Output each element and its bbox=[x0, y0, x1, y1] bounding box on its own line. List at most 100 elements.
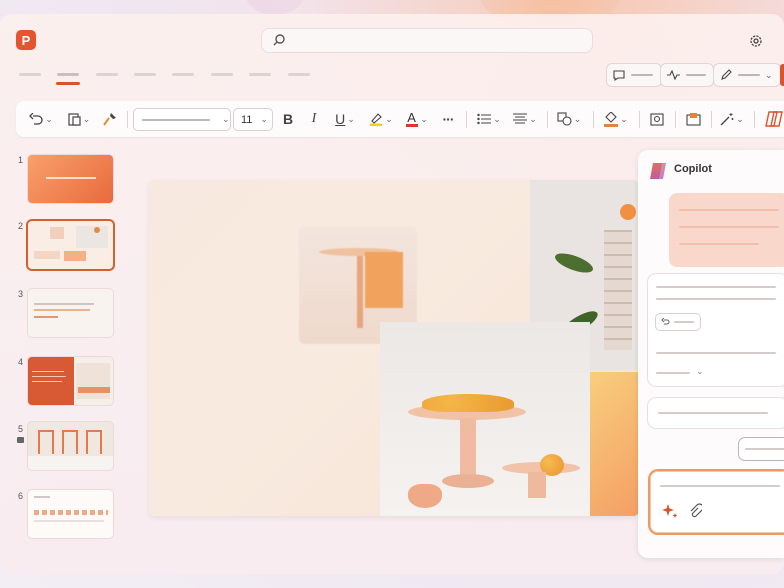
picture-icon bbox=[650, 112, 664, 126]
copilot-response-card: ⌄ bbox=[648, 274, 784, 386]
suggestion-chip[interactable] bbox=[739, 438, 784, 460]
chevron-down-icon: ⌄ bbox=[529, 113, 537, 124]
slide-thumbnail[interactable] bbox=[28, 422, 113, 470]
slide-canvas[interactable] bbox=[149, 180, 639, 516]
pencil-icon bbox=[721, 69, 732, 80]
bold-button[interactable]: B bbox=[278, 101, 298, 137]
suggestion-prompt-card[interactable] bbox=[648, 398, 784, 428]
chevron-down-icon: ⌄ bbox=[222, 114, 230, 124]
comments-button[interactable] bbox=[607, 64, 661, 86]
orange-gradient-panel bbox=[590, 372, 639, 516]
copilot-prompt-input[interactable] bbox=[650, 471, 784, 533]
chevron-down-icon: ⌄ bbox=[765, 69, 773, 80]
sparkle-icon[interactable] bbox=[662, 503, 678, 519]
editing-mode-dropdown[interactable]: ⌄ bbox=[714, 64, 780, 86]
tab-transitions[interactable] bbox=[211, 73, 233, 76]
chevron-down-icon: ⌄ bbox=[493, 113, 501, 124]
fruit-bowl-photo bbox=[380, 322, 590, 516]
chevron-down-icon: ⌄ bbox=[260, 114, 268, 124]
paperclip-icon[interactable] bbox=[688, 503, 702, 519]
slide-thumbnail[interactable] bbox=[28, 221, 113, 269]
align-button[interactable]: ⌄ bbox=[510, 101, 540, 137]
background-decoration bbox=[245, 0, 305, 15]
paste-button[interactable]: ⌄ bbox=[65, 101, 93, 137]
font-color-swatch bbox=[406, 123, 419, 127]
undo-icon bbox=[661, 318, 670, 325]
highlight-button[interactable]: ⌄ bbox=[366, 101, 396, 137]
slide-thumbnail[interactable] bbox=[28, 155, 113, 203]
bullets-button[interactable]: ⌄ bbox=[474, 101, 504, 137]
font-name-dropdown[interactable]: ⌄ bbox=[134, 109, 230, 130]
align-icon bbox=[513, 113, 528, 124]
slide-number: 3 bbox=[18, 289, 24, 299]
shapes-button[interactable]: ⌄ bbox=[553, 101, 585, 137]
slide-number: 4 bbox=[18, 357, 24, 367]
undo-suggestion-button[interactable] bbox=[656, 314, 700, 330]
font-size-dropdown[interactable]: 11 ⌄ bbox=[234, 109, 272, 130]
chevron-down-icon[interactable]: ⌄ bbox=[696, 366, 704, 377]
ribbon-separator bbox=[466, 111, 467, 128]
ribbon-separator bbox=[639, 111, 640, 128]
more-options-button[interactable]: ··· bbox=[438, 101, 458, 137]
slide-thumbnail[interactable] bbox=[28, 357, 113, 405]
new-slide-button[interactable] bbox=[682, 101, 704, 137]
comment-indicator-icon bbox=[17, 437, 24, 443]
slide-layout-icon bbox=[685, 113, 701, 126]
ribbon-separator bbox=[711, 111, 712, 128]
slide-number: 5 bbox=[18, 424, 24, 434]
italic-button[interactable]: I bbox=[304, 101, 324, 137]
share-button[interactable] bbox=[780, 64, 784, 86]
activity-icon bbox=[667, 70, 680, 80]
shapes-icon bbox=[557, 112, 572, 126]
ribbon-separator bbox=[593, 111, 594, 128]
gear-icon[interactable] bbox=[748, 33, 764, 49]
copilot-title: Copilot bbox=[674, 163, 712, 175]
tab-insert[interactable] bbox=[96, 73, 118, 76]
undo-button[interactable]: ⌄ bbox=[26, 101, 56, 137]
shape-fill-swatch bbox=[604, 123, 619, 127]
ribbon-separator bbox=[547, 111, 548, 128]
ribbon-separator bbox=[675, 111, 676, 128]
clipboard-icon bbox=[68, 113, 81, 126]
powerpoint-logo: P bbox=[16, 30, 36, 50]
font-size-value: 11 bbox=[241, 113, 253, 126]
tab-slideshow[interactable] bbox=[288, 73, 310, 76]
slide-number: 2 bbox=[18, 221, 24, 231]
search-bar[interactable] bbox=[262, 29, 592, 52]
slide-number: 6 bbox=[18, 491, 24, 501]
slide-number: 1 bbox=[18, 155, 24, 165]
copilot-pane: Copilot ⌄ bbox=[638, 150, 784, 558]
tab-draw[interactable] bbox=[134, 73, 156, 76]
ribbon-toolbar: ⌄ ⌄ ⌄ 11 ⌄ B I U ⌄ ⌄ A ⌄ ··· ⌄ ⌄ ⌄ ⌄ ⌄ bbox=[16, 101, 784, 137]
shape-fill-button[interactable]: ⌄ bbox=[600, 101, 632, 137]
search-icon bbox=[273, 34, 285, 46]
format-painter-button[interactable] bbox=[100, 101, 120, 137]
chevron-down-icon: ⌄ bbox=[82, 113, 91, 124]
copilot-ribbon-button[interactable] bbox=[764, 101, 784, 137]
chevron-down-icon: ⌄ bbox=[45, 113, 53, 124]
tab-file[interactable] bbox=[19, 73, 41, 76]
underline-button[interactable]: U ⌄ bbox=[330, 101, 360, 137]
bullet-list-icon bbox=[477, 113, 492, 125]
highlighter-icon bbox=[370, 113, 383, 126]
slide-thumbnail[interactable] bbox=[28, 490, 113, 538]
picture-button[interactable] bbox=[646, 101, 668, 137]
tab-animations[interactable] bbox=[249, 73, 271, 76]
comment-icon bbox=[613, 69, 625, 81]
designer-button[interactable]: ⌄ bbox=[717, 101, 747, 137]
tab-design[interactable] bbox=[172, 73, 194, 76]
magic-wand-icon bbox=[720, 113, 734, 126]
chevron-down-icon: ⌄ bbox=[736, 113, 744, 124]
format-painter-icon bbox=[103, 113, 116, 126]
copilot-icon bbox=[765, 111, 783, 127]
activity-button[interactable] bbox=[661, 64, 713, 86]
slide-thumbnail[interactable] bbox=[28, 289, 113, 337]
ribbon-separator bbox=[127, 111, 128, 128]
chevron-down-icon: ⌄ bbox=[420, 113, 428, 124]
tab-home[interactable] bbox=[57, 73, 79, 76]
font-color-letter: A bbox=[407, 109, 416, 125]
font-color-button[interactable]: A ⌄ bbox=[402, 101, 432, 137]
chevron-down-icon: ⌄ bbox=[385, 113, 393, 124]
chevron-down-icon: ⌄ bbox=[347, 113, 355, 124]
underline-label: U bbox=[335, 111, 346, 127]
